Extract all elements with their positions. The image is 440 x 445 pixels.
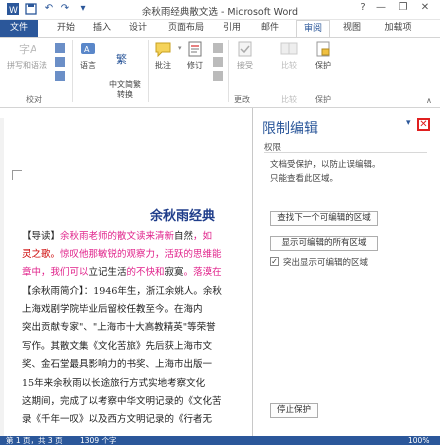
group-compare: 比较 [281, 95, 297, 104]
highlight-regions-label: 突出显示可编辑的区域 [283, 258, 369, 268]
compare-icon [280, 40, 298, 58]
text-run: 突出贡献专家"、"上海市十大高教精英"等荣誉 [22, 322, 216, 333]
pane-options-icon[interactable]: ▾ [406, 118, 411, 128]
find-next-region-button[interactable]: 查找下一个可编辑的区域 [270, 211, 378, 226]
pane-close-button[interactable]: ✕ [417, 118, 430, 131]
document-line: 录《千年一叹》以及西方文明记录的《行者无 [22, 411, 212, 425]
word-count[interactable]: 1309 个字 [80, 436, 116, 445]
text-run: 录《千年一叹》以及西方文明记录的《行者无 [22, 414, 213, 425]
help-button[interactable]: ? [354, 2, 372, 17]
text-run: 【余秋雨简介】：1946年生，浙江余姚人。余秋 [22, 286, 222, 297]
text-run: ，如 [193, 231, 213, 242]
view-only-description: 只能查看此区域。 [270, 174, 339, 184]
tab-addins[interactable]: 加载项 [378, 20, 418, 37]
pane-title: 限制编辑 [262, 121, 318, 137]
divider [264, 152, 427, 153]
highlight-regions-checkbox[interactable]: ✓ [270, 257, 279, 266]
page-count[interactable]: 第 1 页，共 3 页 [6, 436, 63, 445]
document-line: 突出贡献专家"、"上海市十大高教精英"等荣誉 [22, 319, 216, 333]
minimize-button[interactable]: — [372, 2, 390, 17]
text-run: 寂寞 [164, 267, 184, 278]
text-run: 【导读】 [22, 231, 61, 242]
protect-icon [314, 40, 332, 58]
document-line: 这期间，完成了以考察中华文明记录的《文化苦 [22, 393, 222, 407]
document-line: 上海戏剧学院毕业后留校任教至今。在海内 [22, 301, 203, 315]
text-run: 这期间，完成了以考察中华文明记录的《文化苦 [22, 396, 222, 407]
status-bar [0, 436, 440, 445]
document-line: 15年来余秋雨以长途旅行方式实地考察文化 [22, 375, 205, 389]
protect-button[interactable]: 保护 [310, 40, 336, 71]
document-line: 写作。其散文集《文化苦旅》先后获上海市文 [22, 338, 212, 352]
document-line: 章中，我们可以立记生活的不快和寂寞。落漠在 [22, 264, 222, 278]
text-run: 的不快和 [126, 267, 165, 278]
document-line: 【导读】余秋雨老师的散文读来清新自然，如 [22, 228, 212, 242]
stop-protection-button[interactable]: 停止保护 [270, 403, 318, 418]
restore-button[interactable]: ❐ [394, 2, 412, 17]
group-protect: 保护 [315, 95, 331, 104]
text-run: 立记生活 [88, 267, 127, 278]
text-run: 。落漠在 [183, 267, 222, 278]
zoom-level[interactable]: 100% [408, 436, 429, 445]
document-body[interactable]: 【导读】余秋雨老师的散文读来清新自然，如 灵之歌。惊叹他那敏锐的观察力，活跃的思维… [0, 0, 252, 436]
show-all-regions-button[interactable]: 显示可编辑的所有区域 [270, 236, 378, 251]
close-window-button[interactable]: ✕ [416, 2, 434, 17]
text-run: 15年来余秋雨以长途旅行方式实地考察文化 [22, 378, 206, 389]
document-line: 奖、金石堂最具影响力的书奖、上海市出版一 [22, 356, 212, 370]
text-run: 写作。其散文集《文化苦旅》先后获上海市文 [22, 341, 213, 352]
document-line: 【余秋雨简介】：1946年生，浙江余姚人。余秋 [22, 283, 222, 297]
text-run: 惊叹他那敏锐的观察力，活跃的思维能 [60, 249, 222, 260]
protection-description: 文档受保护，以防止误编辑。 [270, 160, 381, 170]
collapse-ribbon-icon[interactable]: ∧ [426, 96, 432, 105]
document-line: 灵之歌。惊叹他那敏锐的观察力，活跃的思维能 [22, 246, 222, 260]
tab-view[interactable]: 视图 [338, 20, 366, 37]
text-run: 奖、金石堂最具影响力的书奖、上海市出版一 [22, 359, 213, 370]
text-run: 余秋雨老师的散文读来清新 [60, 231, 175, 242]
text-run: 灵之歌。 [22, 249, 61, 260]
text-run: 章中，我们可以 [22, 267, 89, 278]
text-run: 上海戏剧学院毕业后留校任教至今。在海内 [22, 304, 203, 315]
text-run: 自然 [174, 231, 194, 242]
tab-review[interactable]: 审阅 [296, 20, 330, 37]
tab-mailings[interactable]: 邮件 [256, 20, 284, 37]
compare-button[interactable]: 比较 [276, 40, 302, 71]
